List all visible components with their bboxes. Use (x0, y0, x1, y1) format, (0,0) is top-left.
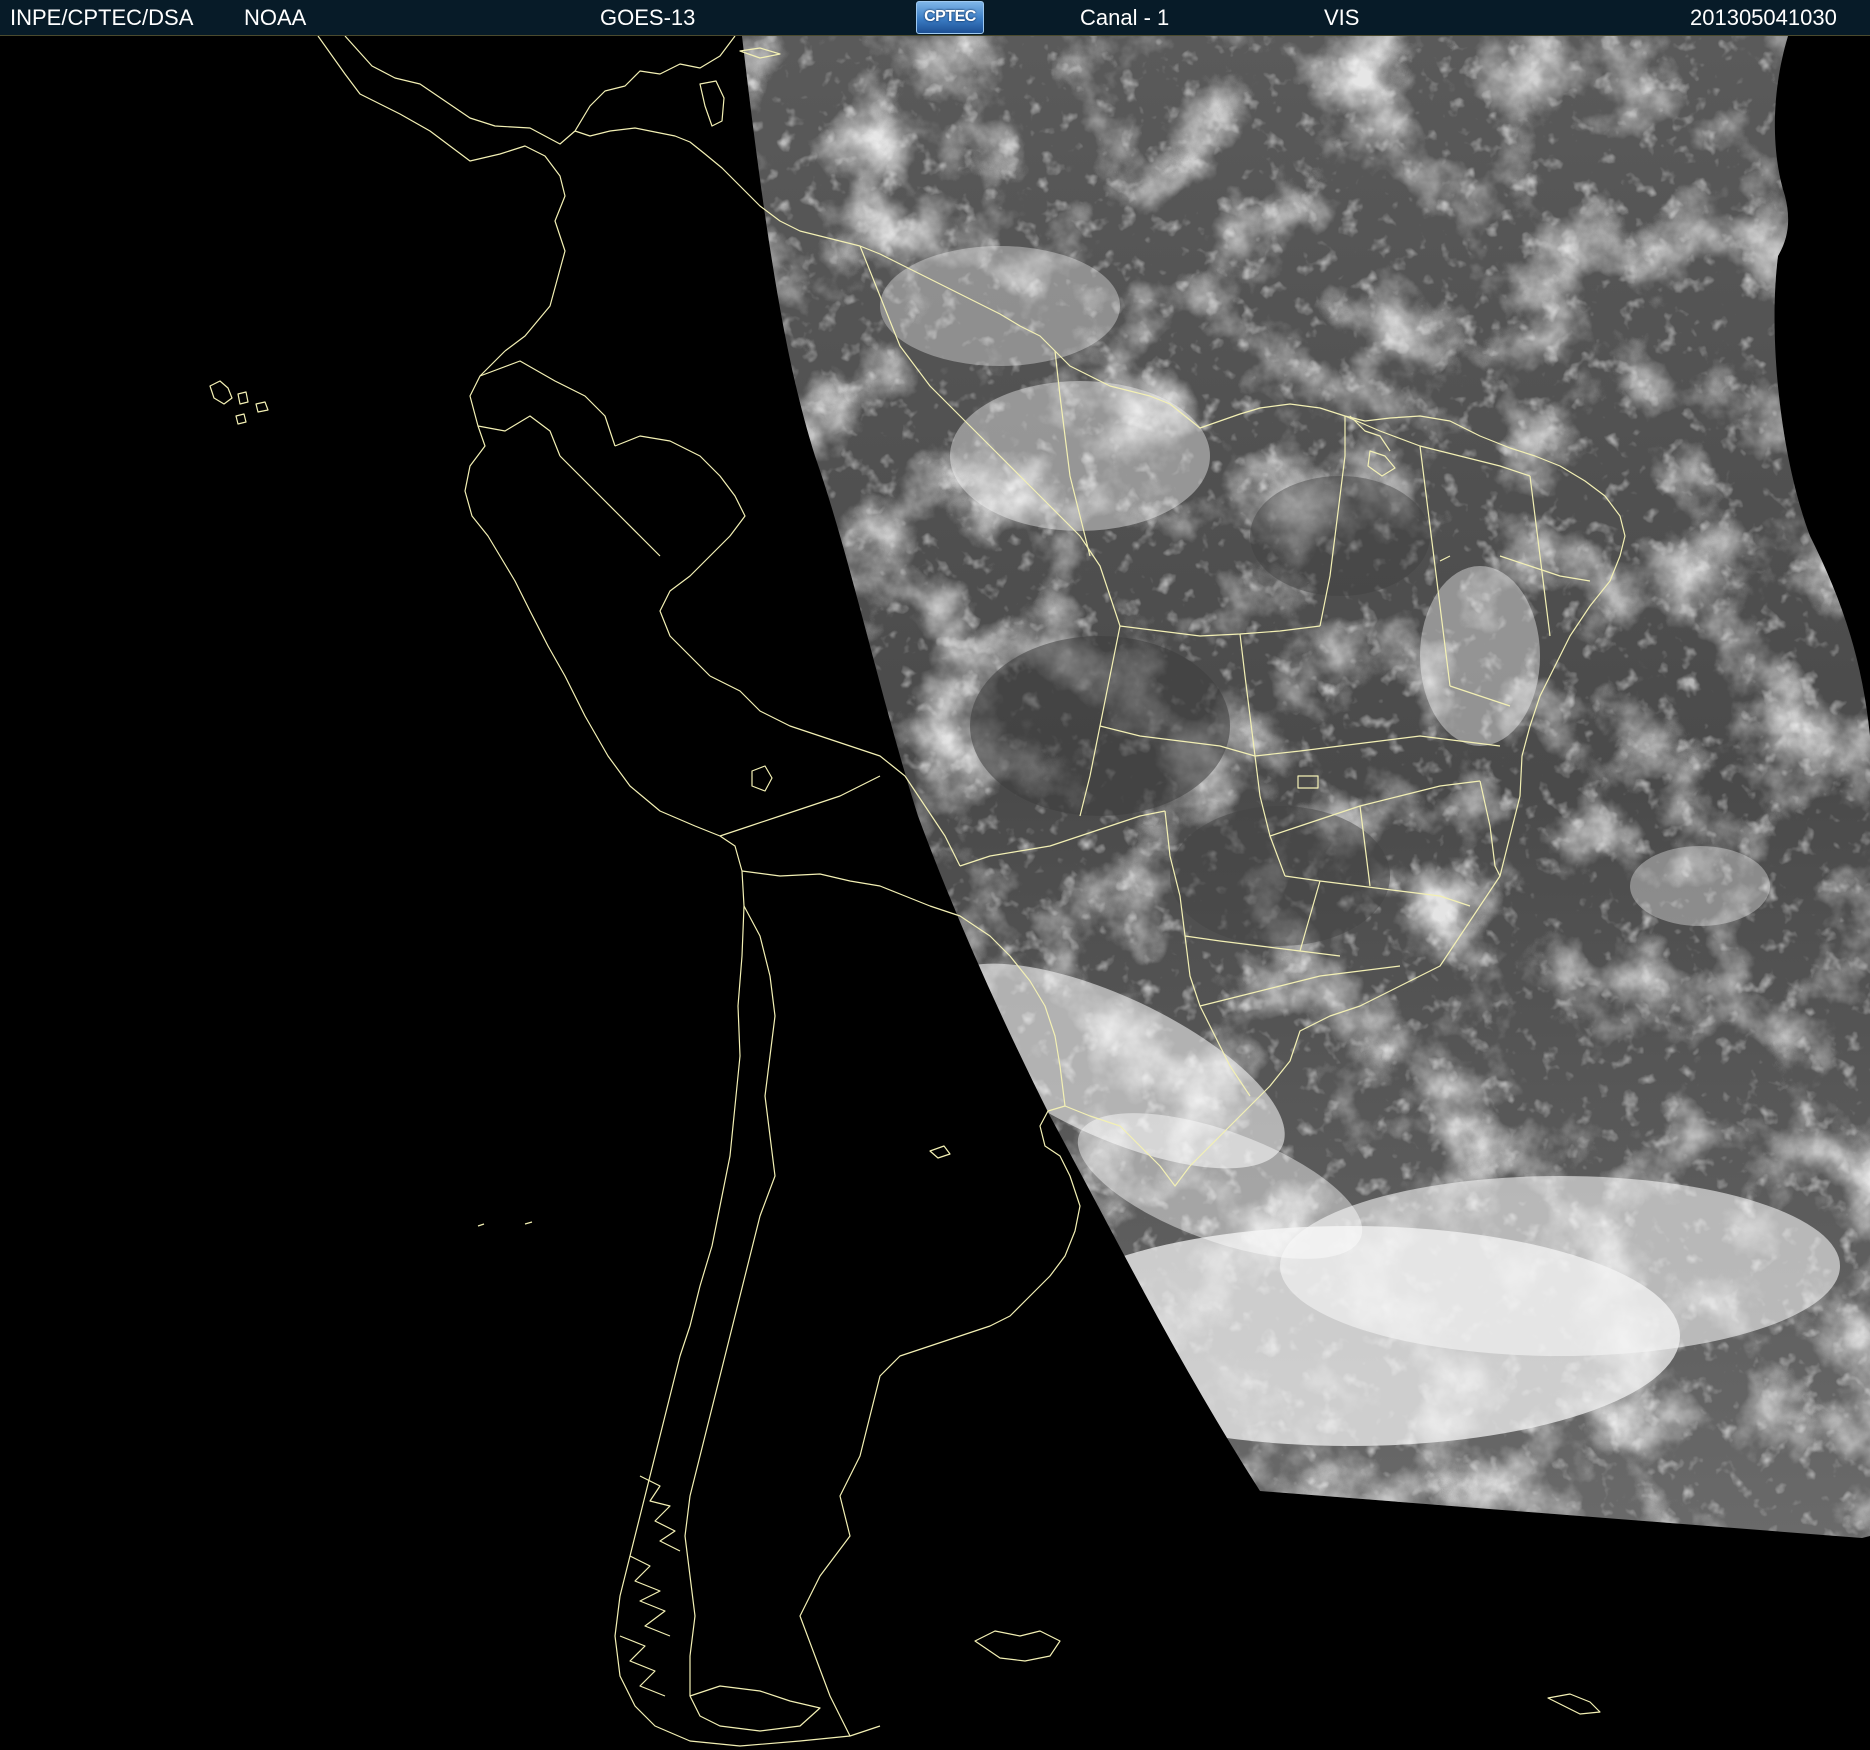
satellite-label: GOES-13 (600, 5, 696, 30)
daylight-region (742, 36, 1870, 1538)
image-header-bar: INPE/CPTEC/DSA NOAA GOES-13 CPTEC Canal … (0, 0, 1870, 36)
satellite-image-viewer: INPE/CPTEC/DSA NOAA GOES-13 CPTEC Canal … (0, 0, 1870, 1750)
agency-label: NOAA (244, 5, 307, 30)
cptec-logo-icon: CPTEC (916, 1, 984, 34)
band-label: VIS (1324, 5, 1360, 30)
satellite-map (0, 36, 1870, 1750)
satellite-map-svg (209, 36, 1870, 1747)
timestamp-label: 201305041030 (1690, 5, 1837, 30)
logo-text: CPTEC (924, 8, 976, 25)
channel-label: Canal - 1 (1080, 5, 1170, 30)
source-label: INPE/CPTEC/DSA (10, 5, 194, 30)
